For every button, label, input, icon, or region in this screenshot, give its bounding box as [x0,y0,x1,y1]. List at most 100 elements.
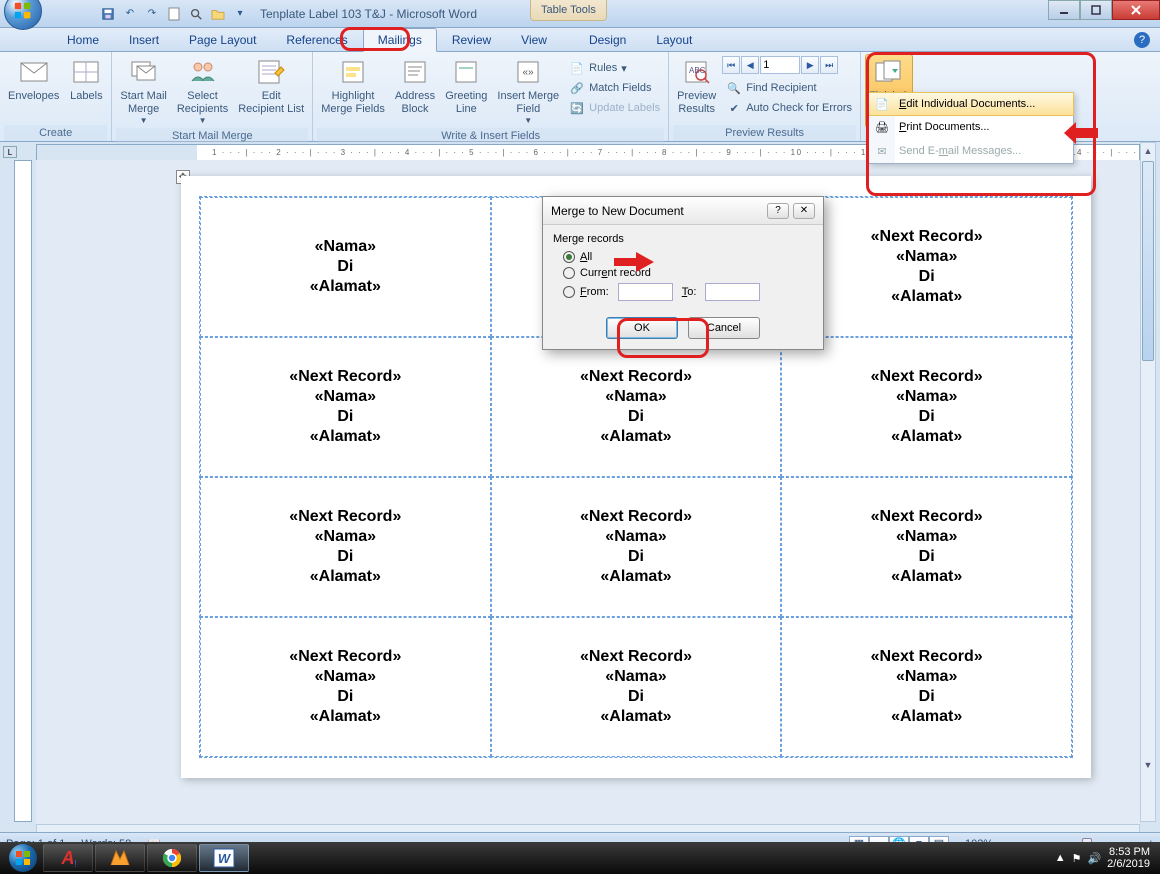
tab-view[interactable]: View [506,28,562,52]
email-icon: ✉ [873,142,891,160]
match-fields-button[interactable]: 🔗Match Fields [565,78,664,98]
new-icon[interactable] [164,4,184,24]
first-record-button[interactable]: ⏮ [722,56,740,74]
tab-layout[interactable]: Layout [641,28,707,52]
window-controls [1048,0,1160,20]
envelopes-button[interactable]: Envelopes [4,54,63,105]
select-recipients-button[interactable]: Select Recipients▼ [173,54,232,128]
tab-insert[interactable]: Insert [114,28,174,52]
cancel-button[interactable]: Cancel [688,317,760,339]
ruler-toggle[interactable]: L [3,146,17,158]
from-input[interactable] [618,283,673,301]
taskbar-chrome[interactable] [147,844,197,872]
cell[interactable]: «Next Record»«Nama»Di«Alamat» [781,337,1072,477]
svg-text:«»: «» [523,67,535,78]
redo-icon[interactable]: ↷ [142,4,162,24]
cell[interactable]: «Next Record»«Nama»Di«Alamat» [200,477,491,617]
menu-send-email[interactable]: ✉Send E-mail Messages... [869,139,1073,163]
tab-home[interactable]: Home [52,28,114,52]
qat-more-icon[interactable]: ▾ [230,4,250,24]
dialog-titlebar[interactable]: Merge to New Document ? ✕ [543,197,823,225]
svg-text:A: A [61,848,75,868]
tab-mailings[interactable]: Mailings [363,28,437,52]
radio-icon [563,286,575,298]
record-number-input[interactable] [760,56,800,74]
vertical-ruler[interactable] [14,160,32,822]
ribbon-tabs: Home Insert Page Layout References Maili… [0,28,1160,52]
merge-records-label: Merge records [553,233,813,245]
open-icon[interactable] [208,4,228,24]
dialog-help-button[interactable]: ? [767,203,789,219]
cell[interactable]: «Next Record»«Nama»Di«Alamat» [491,477,782,617]
taskbar-app-2[interactable] [95,844,145,872]
prev-record-button[interactable]: ◀ [741,56,759,74]
address-block-button[interactable]: Address Block [391,54,439,118]
dialog-title-text: Merge to New Document [551,204,684,218]
dialog-close-button[interactable]: ✕ [793,203,815,219]
tab-references[interactable]: References [271,28,362,52]
next-record-button[interactable]: ▶ [801,56,819,74]
help-icon[interactable]: ? [1134,32,1150,48]
clock[interactable]: 8:53 PM2/6/2019 [1107,846,1150,870]
auto-check-errors-button[interactable]: ✔Auto Check for Errors [722,98,856,118]
ok-button[interactable]: OK [606,317,678,339]
rules-button[interactable]: 📄Rules ▾ [565,58,664,78]
greeting-icon [450,56,482,88]
finish-merge-menu: 📄EEdit Individual Documents...dit Indivi… [868,92,1074,164]
radio-from[interactable]: From:To: [553,281,813,303]
menu-edit-individual[interactable]: 📄EEdit Individual Documents...dit Indivi… [868,92,1074,116]
tab-review[interactable]: Review [437,28,506,52]
tab-design[interactable]: Design [574,28,641,52]
undo-icon[interactable]: ↶ [120,4,140,24]
preview-results-button[interactable]: ABCPreview Results [673,54,720,118]
group-preview-results: ABCPreview Results ⏮ ◀ ▶ ⏭ 🔍Find Recipie… [669,52,861,141]
maximize-button[interactable] [1080,0,1112,20]
insert-merge-field-button[interactable]: «»Insert Merge Field▼ [493,54,563,128]
greeting-line-button[interactable]: Greeting Line [441,54,491,118]
update-labels-button[interactable]: 🔄Update Labels [565,98,664,118]
find-recipient-button[interactable]: 🔍Find Recipient [722,78,856,98]
cell[interactable]: «Next Record»«Nama»Di«Alamat» [781,197,1072,337]
cell[interactable]: «Next Record»«Nama»Di«Alamat» [200,337,491,477]
taskbar-app-1[interactable]: A! [43,844,93,872]
quick-access-toolbar: ↶ ↷ ▾ [98,4,250,24]
cell[interactable]: «Next Record»«Nama»Di«Alamat» [781,617,1072,757]
vertical-scrollbar[interactable]: ▲▼ [1140,142,1156,822]
group-write-insert: Highlight Merge Fields Address Block Gre… [313,52,669,141]
tab-page-layout[interactable]: Page Layout [174,28,271,52]
system-tray: ▲ ⚑ 🔊 8:53 PM2/6/2019 [1055,846,1156,870]
start-button[interactable] [4,844,42,872]
annotation-arrow [1064,122,1098,144]
highlight-merge-fields-button[interactable]: Highlight Merge Fields [317,54,389,118]
rules-icon: 📄 [569,60,585,76]
taskbar-word[interactable]: W [199,844,249,872]
tray-up-icon[interactable]: ▲ [1055,852,1066,864]
minimize-button[interactable] [1048,0,1080,20]
to-input[interactable] [705,283,760,301]
address-icon [399,56,431,88]
save-icon[interactable] [98,4,118,24]
highlight-icon [337,56,369,88]
office-button[interactable] [4,0,42,30]
print-preview-icon[interactable] [186,4,206,24]
cell[interactable]: «Nama»Di«Alamat» [200,197,491,337]
cell[interactable]: «Next Record»«Nama»Di«Alamat» [200,617,491,757]
flag-icon[interactable]: ⚑ [1072,852,1082,865]
menu-print-documents[interactable]: 🖨Print Documents... [869,115,1073,139]
edit-recipient-list-button[interactable]: Edit Recipient List [234,54,308,118]
cell[interactable]: «Next Record»«Nama»Di«Alamat» [491,337,782,477]
cell[interactable]: «Next Record»«Nama»Di«Alamat» [781,477,1072,617]
radio-all[interactable]: All [553,249,813,265]
start-mail-merge-button[interactable]: Start Mail Merge▼ [116,54,170,128]
close-button[interactable] [1112,0,1160,20]
dialog-body: Merge records All Current record From:To… [543,225,823,349]
cell[interactable]: «Next Record»«Nama»Di«Alamat» [491,617,782,757]
volume-icon[interactable]: 🔊 [1087,852,1101,865]
radio-current[interactable]: Current record [553,265,813,281]
last-record-button[interactable]: ⏭ [820,56,838,74]
windows-taskbar: A! W ▲ ⚑ 🔊 8:53 PM2/6/2019 [0,842,1160,874]
update-icon: 🔄 [569,100,585,116]
find-icon: 🔍 [726,80,742,96]
title-bar: ↶ ↷ ▾ Tenplate Label 103 T&J - Microsoft… [0,0,1160,28]
labels-button[interactable]: Labels [65,54,107,105]
